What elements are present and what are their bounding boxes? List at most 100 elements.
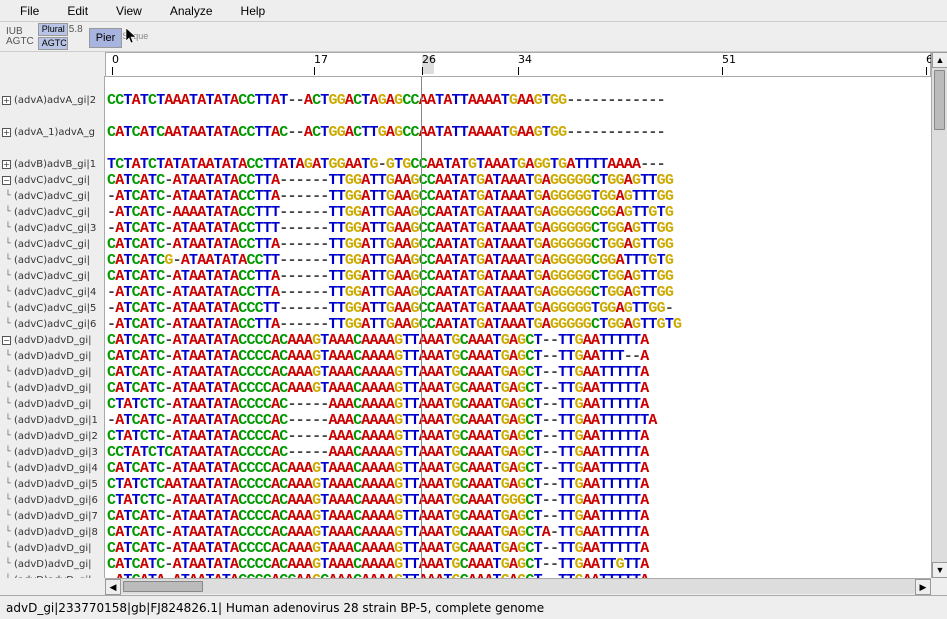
sequence-label[interactable]: └(advD)advD_gi|	[0, 540, 104, 556]
label-text: (advD)advD_gi|	[14, 559, 92, 570]
sequence-row[interactable]: -ATCATC-ATAATATACCCTT------TTGGATTGAAGCC…	[105, 301, 947, 317]
sequence-label[interactable]: └(advC)advC_gi|6	[0, 316, 104, 332]
label-text: (advC)advC_gi|5	[14, 303, 96, 314]
toolbar-pier-button[interactable]: Pier	[89, 28, 123, 48]
sequence-label[interactable]: └(advC)advC_gi|	[0, 204, 104, 220]
sequence-label[interactable]: └(advD)advD_gi|	[0, 556, 104, 572]
tree-branch-icon: └	[2, 191, 14, 201]
sequence-row[interactable]: CTATCTCAATAATATACCCCACAAAGTAAACAAAAGTTAA…	[105, 477, 947, 493]
vscroll-thumb[interactable]	[934, 70, 945, 130]
sequence-label[interactable]: └(advD)advD_gi|	[0, 364, 104, 380]
sequence-label[interactable]: +(advA_1)advA_g	[0, 124, 104, 140]
menu-help[interactable]: Help	[227, 2, 280, 20]
toolbar-agtc-button[interactable]: AGTC	[38, 37, 68, 50]
sequence-label[interactable]: −(advD)advD_gi|	[0, 332, 104, 348]
label-text: (advC)advC_gi|	[14, 239, 90, 250]
sequence-label[interactable]: └(advD)advD_gi|2	[0, 428, 104, 444]
sequence-row[interactable]: CATCATC-ATAATATACCCCACAAAGTAAACAAAAGTTAA…	[105, 461, 947, 477]
sequence-label[interactable]: └(advD)advD_gi|6	[0, 492, 104, 508]
scroll-left-button[interactable]: ◀	[105, 579, 121, 595]
sequence-row[interactable]: CTATCTC-ATAATATACCCCACAAAGTAAACAAAAGTTAA…	[105, 493, 947, 509]
sequence-label[interactable]: └(advC)advC_gi|	[0, 236, 104, 252]
sequence-row[interactable]: CATCATC-ATAATATACCCCACAAAGTAAACAAAAGTTAA…	[105, 333, 947, 349]
sequence-label[interactable]: └(advC)advC_gi|5	[0, 300, 104, 316]
sequence-label[interactable]: └(advC)advC_gi|3	[0, 220, 104, 236]
sequence-row[interactable]: -ATCATC-AAAATATACCTTT------TTGGATTGAAGCC…	[105, 205, 947, 221]
tree-branch-icon: └	[2, 447, 14, 457]
sequence-row[interactable]: CATCATC-ATAATATACCTTA------TTGGATTGAAGCC…	[105, 269, 947, 285]
scroll-up-button[interactable]: ▲	[932, 52, 947, 68]
sequence-label[interactable]: +(advB)advB_gi|1	[0, 156, 104, 172]
sequence-label[interactable]: └(advD)advD_gi|3	[0, 444, 104, 460]
tree-branch-icon: └	[2, 239, 14, 249]
tree-branch-icon: └	[2, 559, 14, 569]
sequence-label[interactable]: └(advD)advD_gi|8	[0, 524, 104, 540]
label-text: (advB)advB_gi|1	[14, 159, 96, 170]
sequence-label[interactable]: └(advD)advD_gi|5	[0, 476, 104, 492]
sequence-label[interactable]: └(advD)advD_gi|4	[0, 460, 104, 476]
menu-edit[interactable]: Edit	[53, 2, 102, 20]
sequence-row[interactable]: CCTATCTAAATATATACCTTAT--ACTGGACTAGAGCCAA…	[105, 93, 947, 109]
sequence-label[interactable]: └(advC)advC_gi|	[0, 252, 104, 268]
vertical-scrollbar[interactable]: ▲ ▼	[931, 52, 947, 578]
sequence-pane[interactable]: CCTATCTAAATATATACCTTAT--ACTGGACTAGAGCCAA…	[105, 76, 947, 578]
expand-icon[interactable]: +	[2, 128, 11, 137]
sequence-row[interactable]: TCTATCTATATAATATACCTTATAGATGGAATG-GTGCCA…	[105, 157, 947, 173]
sequence-row[interactable]: -ATCATC-ATAATATACCCCAC-----AAACAAAAGTTAA…	[105, 413, 947, 429]
menu-file[interactable]: File	[6, 2, 53, 20]
sequence-row[interactable]: CTATCTC-ATAATATACCCCAC-----AAACAAAAGTTAA…	[105, 429, 947, 445]
tree-branch-icon: └	[2, 207, 14, 217]
scroll-down-button[interactable]: ▼	[932, 562, 947, 578]
sequence-row[interactable]: CATCATCAATAATATACCTTAC--ACTGGACTTGAGCCAA…	[105, 125, 947, 141]
tree-branch-icon: └	[2, 463, 14, 473]
sequence-row[interactable]: CATCATC-ATAATATACCCCACAAAGTAAACAAAAGTTAA…	[105, 541, 947, 557]
sequence-label[interactable]: └(advD)advD_gi|7	[0, 508, 104, 524]
sequence-label[interactable]: +(advA)advA_gi|2	[0, 92, 104, 108]
tree-branch-icon: └	[2, 255, 14, 265]
sequence-row[interactable]: CATCATC-ATAATATACCCCACAAAGTAAACAAAAGTTAA…	[105, 509, 947, 525]
sequence-label-pane: +(advA)advA_gi|2+(advA_1)advA_g+(advB)ad…	[0, 76, 105, 578]
sequence-row[interactable]: -ATCATC-ATAATATACCTTA------TTGGATTGAAGCC…	[105, 189, 947, 205]
horizontal-scrollbar[interactable]: ◀ ▶	[105, 578, 931, 594]
ruler-tick-34: 34	[518, 53, 532, 66]
sequence-label[interactable]: └(advD)advD_gi|	[0, 380, 104, 396]
expand-icon[interactable]: +	[2, 96, 11, 105]
tree-branch-icon: └	[2, 511, 14, 521]
sequence-row[interactable]: -ATCATC-ATAATATACCTTT------TTGGATTGAAGCC…	[105, 221, 947, 237]
sequence-label[interactable]: └(advD)advD_gi|	[0, 396, 104, 412]
collapse-icon[interactable]: −	[2, 176, 11, 185]
sequence-row[interactable]: -ATCATC-ATAATATACCTTA------TTGGATTGAAGCC…	[105, 317, 947, 333]
collapse-icon[interactable]: −	[2, 336, 11, 345]
sequence-row[interactable]: CATCATC-ATAATATACCCCACAAAGTAAACAAAAGTTAA…	[105, 365, 947, 381]
sequence-row[interactable]: CATCATC-ATAATATACCTTA------TTGGATTGAAGCC…	[105, 237, 947, 253]
sequence-row[interactable]: CATCATC-ATAATATACCCCACAAAGTAAACAAAAGTTAA…	[105, 525, 947, 541]
sequence-row[interactable]: CTATCTC-ATAATATACCCCAC-----AAACAAAAGTTAA…	[105, 397, 947, 413]
label-text: (advD)advD_gi|4	[14, 463, 98, 474]
sequence-label[interactable]: └(advD)advD_gi|1	[0, 412, 104, 428]
menu-view[interactable]: View	[102, 2, 156, 20]
sequence-row[interactable]: CATCATCG-ATAATATACCTT------TTGGATTGAAGCC…	[105, 253, 947, 269]
expand-icon[interactable]: +	[2, 160, 11, 169]
toolbar-plural-button[interactable]: Plural	[38, 23, 68, 36]
menu-analyze[interactable]: Analyze	[156, 2, 227, 20]
label-text: (advC)advC_gi|3	[14, 223, 96, 234]
sequence-label[interactable]: └(advD)advD_gi|	[0, 572, 104, 578]
sequence-label[interactable]: −(advC)advC_gi|	[0, 172, 104, 188]
sequence-label[interactable]: └(advC)advC_gi|	[0, 268, 104, 284]
sequence-label[interactable]: └(advC)advC_gi|	[0, 188, 104, 204]
sequence-row[interactable]: CATCATC-ATAATATACCCCACAAAGTAAACAAAAGTTAA…	[105, 349, 947, 365]
sequence-row[interactable]: -ATCATC-ATAATATACCTTA------TTGGATTGAAGCC…	[105, 285, 947, 301]
sequence-row[interactable]: CATCATC-ATAATATACCTTA------TTGGATTGAAGCC…	[105, 173, 947, 189]
position-ruler[interactable]: 01726345168	[105, 52, 931, 76]
hscroll-thumb[interactable]	[123, 581, 203, 592]
label-text: (advD)advD_gi|7	[14, 511, 98, 522]
sequence-row[interactable]: CCTATCTCATAATATACCCCAC-----AAACAAAAGTTAA…	[105, 445, 947, 461]
sequence-label[interactable]: └(advC)advC_gi|4	[0, 284, 104, 300]
ruler-tick-26: 26	[422, 53, 436, 66]
label-text: (advD)advD_gi|	[14, 367, 92, 378]
sequence-row[interactable]: CATCATC-ATAATATACCCCACAAAGTAAACAAAAGTTAA…	[105, 557, 947, 573]
sequence-row[interactable]: CATCATC-ATAATATACCCCACAAAGTAAACAAAAGTTAA…	[105, 381, 947, 397]
sequence-label[interactable]: └(advD)advD_gi|	[0, 348, 104, 364]
scroll-right-button[interactable]: ▶	[915, 579, 931, 595]
label-text: (advC)advC_gi|	[14, 191, 90, 202]
